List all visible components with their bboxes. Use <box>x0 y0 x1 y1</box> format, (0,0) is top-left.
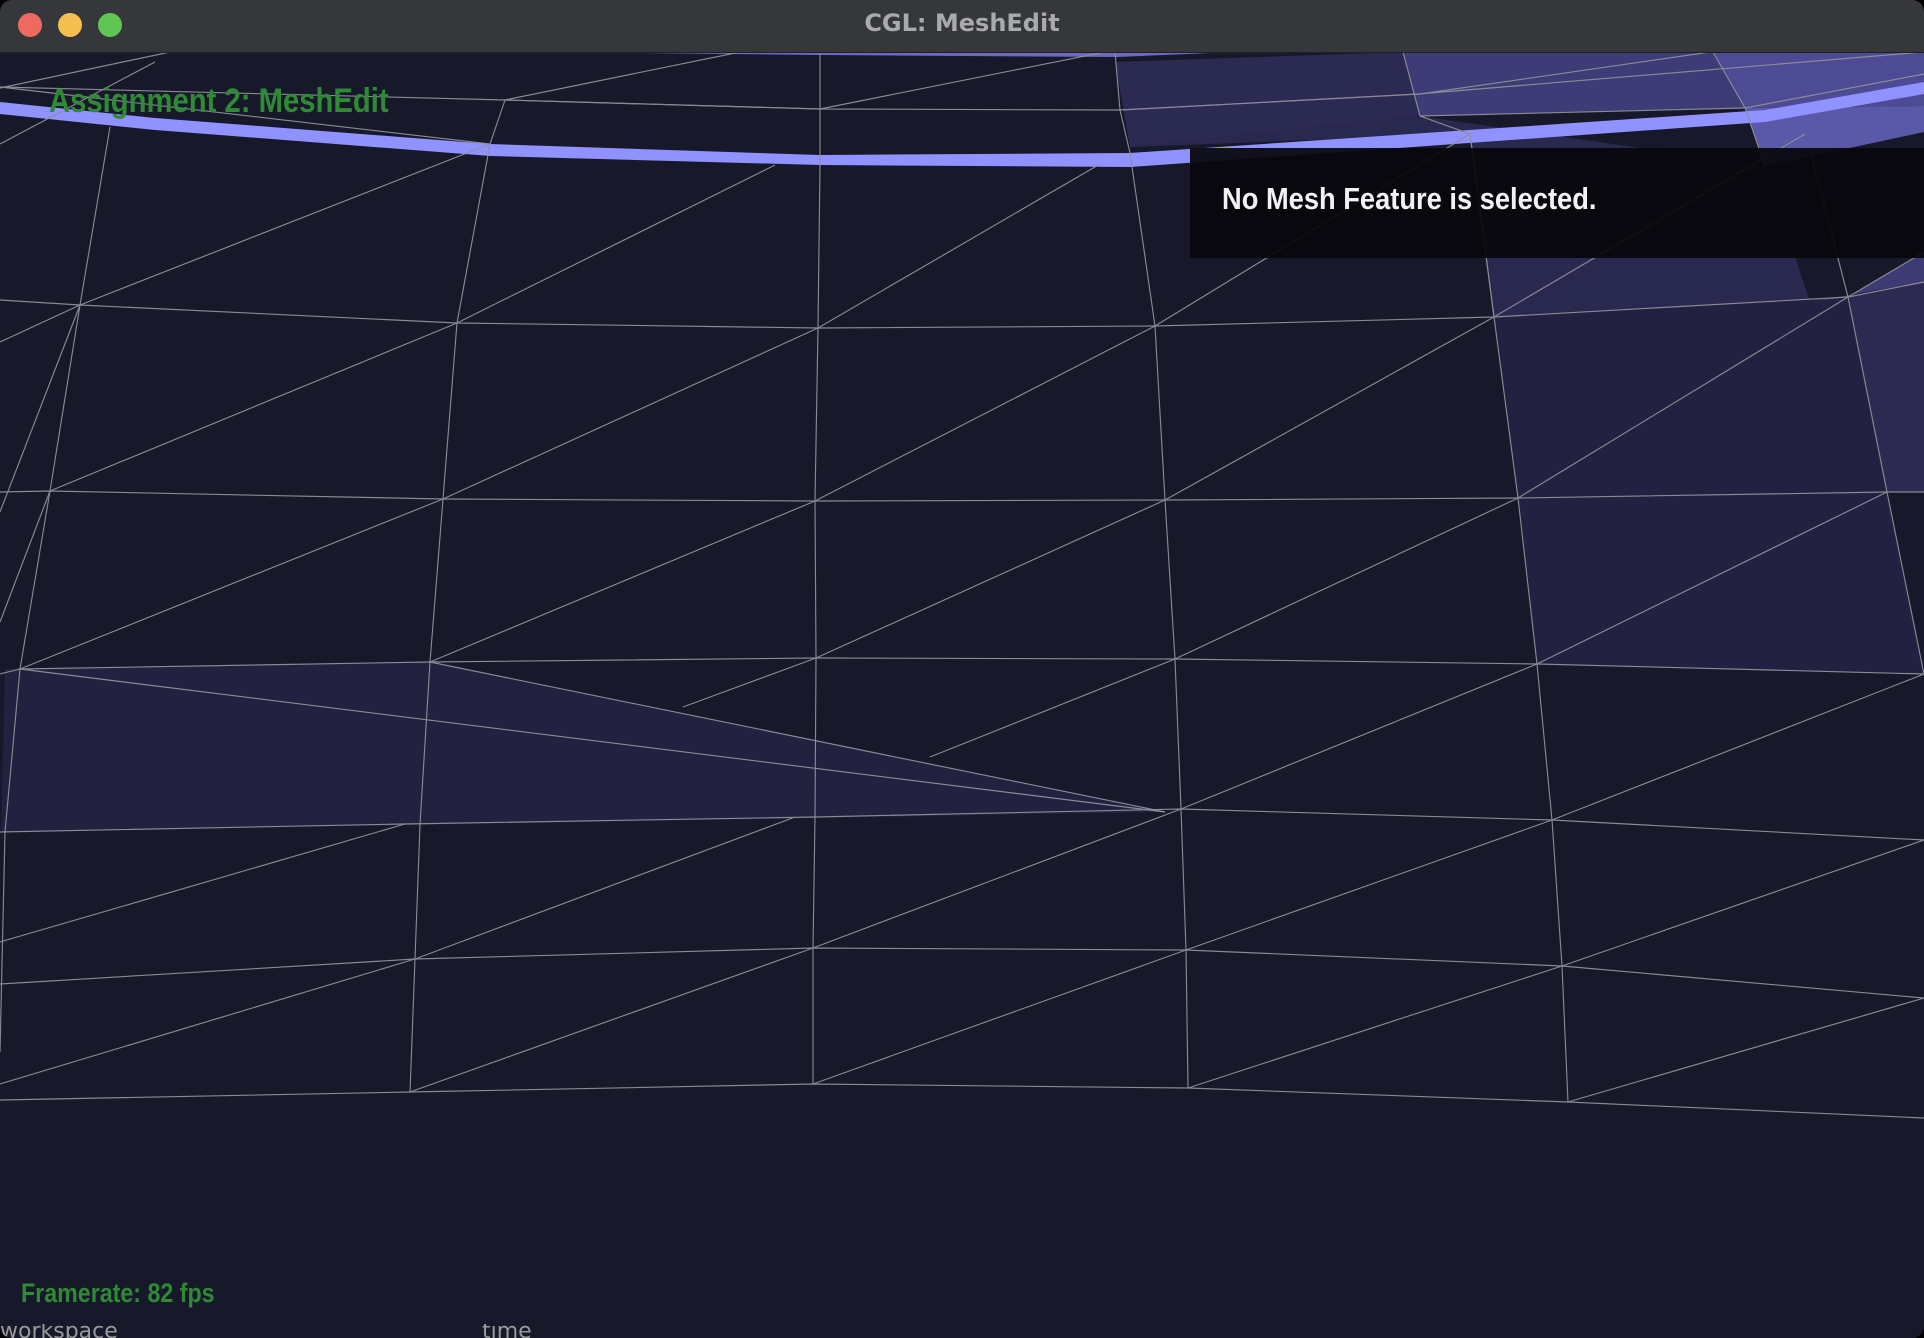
title-bar[interactable]: CGL: MeshEdit <box>0 0 1924 53</box>
terminal-text-fragment: time <box>482 1324 532 1338</box>
terminal-text-fragment: workspace <box>0 1324 118 1338</box>
assignment-title: Assignment 2: MeshEdit <box>49 82 389 120</box>
meshedit-window: CGL: MeshEdit Assignment 2: MeshEdit No … <box>0 0 1924 1338</box>
mesh-viewport[interactable]: Assignment 2: MeshEdit No Mesh Feature i… <box>0 52 1924 1338</box>
selection-info-panel: No Mesh Feature is selected. <box>1190 148 1924 258</box>
mesh-face-highlight[interactable] <box>1403 52 1745 116</box>
framerate-readout: Framerate: 82 fps <box>21 1278 215 1308</box>
selection-status: No Mesh Feature is selected. <box>1222 181 1597 216</box>
mesh-face-highlight[interactable] <box>1494 297 1887 498</box>
mesh-face-highlight[interactable] <box>1518 492 1924 674</box>
window-title: CGL: MeshEdit <box>864 9 1060 37</box>
background-terminal-text: workspace time <box>0 1324 1924 1338</box>
